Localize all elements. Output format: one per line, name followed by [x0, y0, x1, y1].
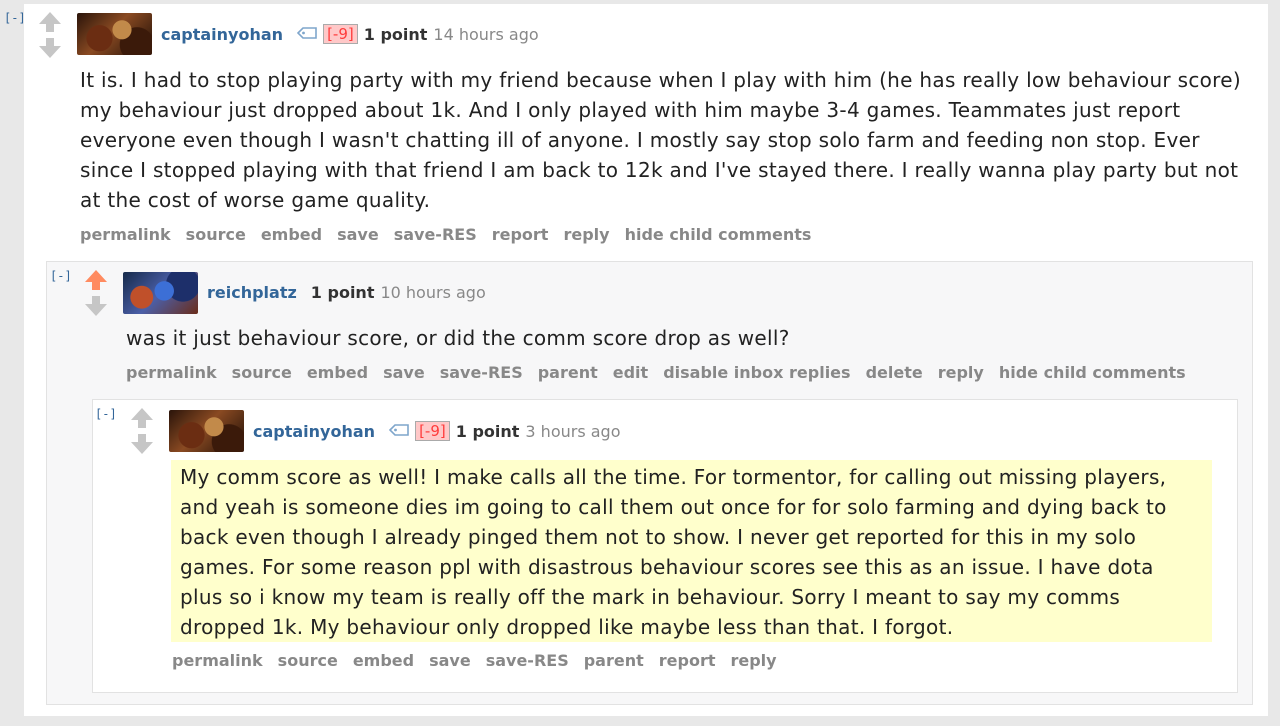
avatar[interactable]: [123, 272, 198, 314]
delete-link[interactable]: delete: [866, 363, 923, 382]
hide-child-comments-link[interactable]: hide child comments: [999, 363, 1186, 382]
comment-tagline: reichplatz 1 point 10 hours ago: [207, 281, 486, 303]
upvote-arrow-icon[interactable]: [37, 11, 63, 59]
embed-link[interactable]: embed: [307, 363, 368, 382]
comment-body: was it just behaviour score, or did the …: [126, 326, 790, 350]
collapse-toggle[interactable]: [-]: [95, 407, 117, 421]
permalink-link[interactable]: permalink: [126, 363, 217, 382]
parent-link[interactable]: parent: [584, 651, 644, 670]
embed-link[interactable]: embed: [261, 225, 322, 244]
avatar[interactable]: [77, 13, 152, 55]
permalink-link[interactable]: permalink: [80, 225, 171, 244]
save-res-link[interactable]: save-RES: [440, 363, 523, 382]
avatar[interactable]: [169, 410, 244, 452]
downvote-arrow-icon: [131, 434, 153, 454]
save-link[interactable]: save: [383, 363, 425, 382]
vote-arrows: [83, 269, 109, 317]
timestamp: 10 hours ago: [380, 282, 486, 302]
timestamp: 14 hours ago: [433, 24, 539, 44]
upvote-arrow-icon[interactable]: [83, 269, 109, 317]
comment-actions: permalink source embed save save-RES parent ed…: [126, 363, 1201, 382]
report-link[interactable]: report: [659, 651, 716, 670]
reply-link[interactable]: reply: [730, 651, 776, 670]
vote-arrows: [37, 11, 63, 59]
collapse-toggle[interactable]: [-]: [4, 11, 26, 25]
permalink-link[interactable]: permalink: [172, 651, 263, 670]
comment-actions: permalink source embed save save-RES report re…: [80, 225, 826, 244]
author-link[interactable]: reichplatz: [207, 283, 297, 302]
author-link[interactable]: captainyohan: [253, 422, 375, 441]
comment-body: It is. I had to stop playing party with …: [80, 68, 1241, 212]
reply-link[interactable]: reply: [938, 363, 984, 382]
save-link[interactable]: save: [337, 225, 379, 244]
comment-tagline: captainyohan [-9] 1 point 3 hours ago: [253, 420, 621, 442]
edit-link[interactable]: edit: [613, 363, 648, 382]
comment-body: My comm score as well! I make calls all …: [171, 460, 1212, 642]
parent-link[interactable]: parent: [538, 363, 598, 382]
comment-actions: permalink source embed save save-RES parent re…: [172, 651, 792, 670]
save-res-link[interactable]: save-RES: [486, 651, 569, 670]
embed-link[interactable]: embed: [353, 651, 414, 670]
hide-child-comments-link[interactable]: hide child comments: [625, 225, 812, 244]
timestamp: 3 hours ago: [525, 421, 621, 441]
source-link[interactable]: source: [278, 651, 338, 670]
score: 1 point: [455, 421, 520, 441]
tag-icon[interactable]: [296, 25, 317, 44]
reply-link[interactable]: reply: [563, 225, 609, 244]
tag-icon[interactable]: [388, 422, 409, 441]
save-link[interactable]: save: [429, 651, 471, 670]
report-link[interactable]: report: [492, 225, 549, 244]
user-flair: [-9]: [323, 24, 358, 44]
upvote-arrow-icon[interactable]: [129, 407, 155, 455]
score: 1 point: [363, 24, 428, 44]
downvote-arrow-icon: [85, 296, 107, 316]
score: 1 point: [310, 282, 375, 302]
user-flair: [-9]: [415, 421, 450, 441]
vote-arrows: [129, 407, 155, 455]
downvote-arrow-icon: [39, 38, 61, 58]
comment-tagline: captainyohan [-9] 1 point 14 hours ago: [161, 23, 539, 45]
source-link[interactable]: source: [232, 363, 292, 382]
disable-inbox-replies-link[interactable]: disable inbox replies: [663, 363, 850, 382]
author-link[interactable]: captainyohan: [161, 25, 283, 44]
source-link[interactable]: source: [186, 225, 246, 244]
collapse-toggle[interactable]: [-]: [50, 269, 72, 283]
save-res-link[interactable]: save-RES: [394, 225, 477, 244]
